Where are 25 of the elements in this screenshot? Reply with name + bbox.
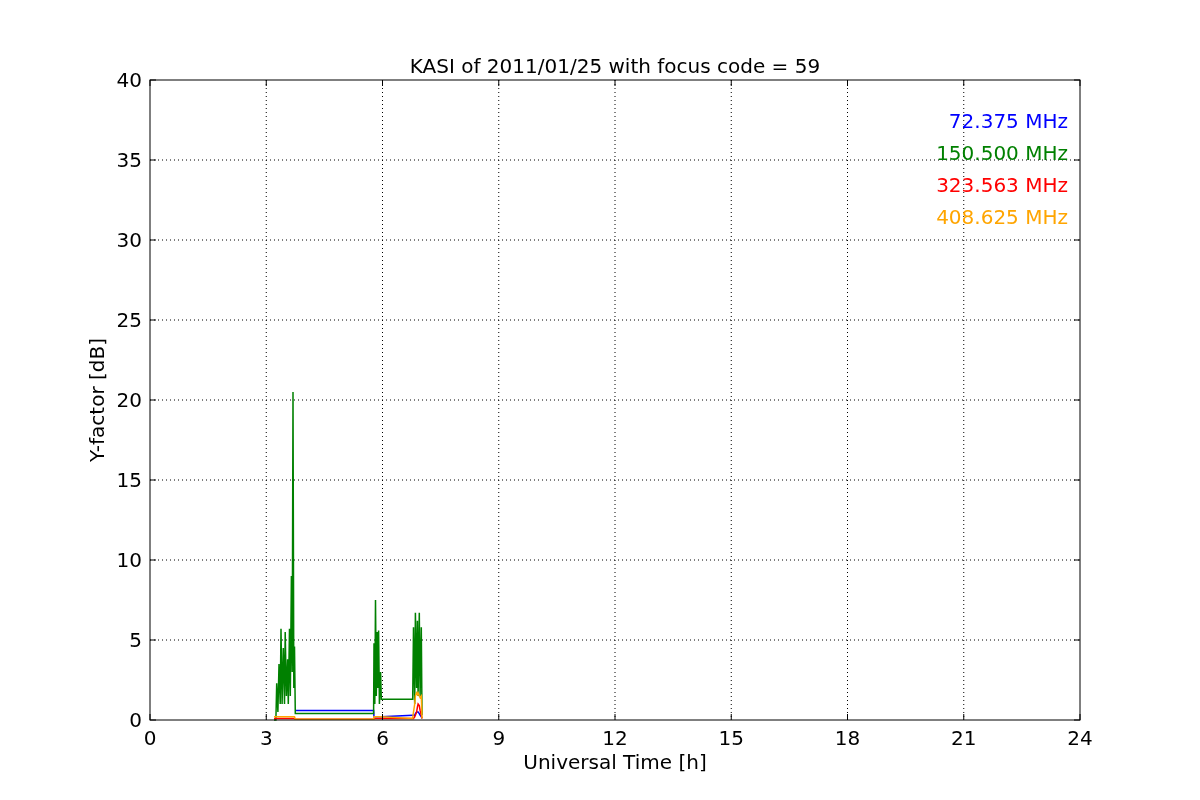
tick-label: 35: [116, 148, 142, 172]
tick-label: 6: [376, 726, 389, 750]
tick-label: 10: [116, 548, 142, 572]
y-axis-label: Y-factor [dB]: [85, 338, 109, 462]
tick-label: 15: [116, 468, 142, 492]
tick-label: 12: [602, 726, 628, 750]
legend-label: 150.500 MHz: [936, 141, 1068, 165]
tick-label: 40: [116, 68, 142, 92]
legend-label: 323.563 MHz: [936, 173, 1068, 197]
tick-label: 24: [1067, 726, 1093, 750]
legend-label: 408.625 MHz: [936, 205, 1068, 229]
legend-label: 72.375 MHz: [948, 109, 1068, 133]
tick-label: 25: [116, 308, 142, 332]
tick-label: 0: [129, 708, 142, 732]
x-axis-label: Universal Time [h]: [523, 750, 707, 774]
tick-label: 20: [116, 388, 142, 412]
chart-title: KASI of 2011/01/25 with focus code = 59: [409, 54, 821, 78]
tick-label: 15: [718, 726, 744, 750]
tick-label: 3: [259, 726, 273, 750]
tick-label: 5: [129, 628, 142, 652]
tick-label: 18: [834, 726, 861, 750]
tick-label: 0: [143, 726, 157, 750]
tick-label: 30: [116, 228, 142, 252]
tick-label: 21: [951, 726, 977, 750]
tick-label: 9: [492, 726, 506, 750]
